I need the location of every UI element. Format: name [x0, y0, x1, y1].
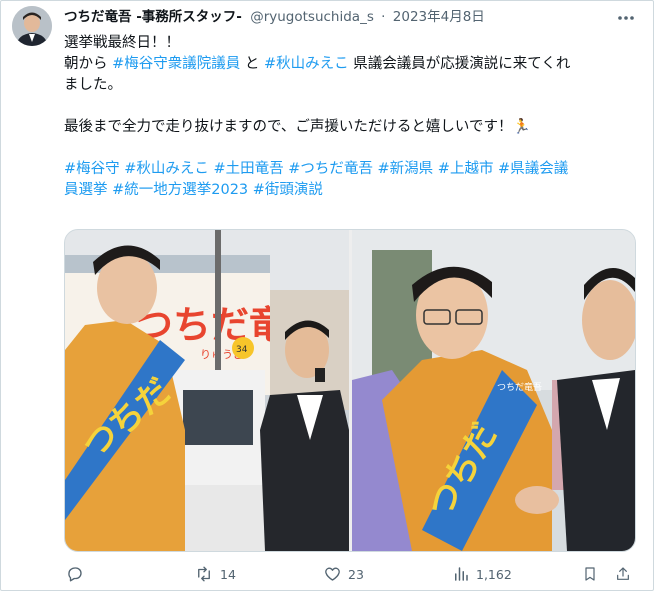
- media-grid: つちだ竜吾 りゅうご 34 つちだ つちだ つちだ竜吾: [64, 229, 636, 552]
- more-options-icon[interactable]: [616, 10, 636, 26]
- tweet-header: つちだ竜吾 -事務所スタッフ- @ryugotsuchida_s · 2023年…: [64, 7, 654, 27]
- reply-button[interactable]: [66, 560, 90, 588]
- text-line-2-prefix: 朝から: [64, 56, 113, 72]
- retweet-icon: [198, 566, 210, 582]
- like-button[interactable]: 23: [323, 560, 364, 588]
- bookmark-icon: [585, 567, 595, 581]
- reply-icon: [68, 567, 82, 582]
- retweet-button[interactable]: 14: [194, 560, 236, 588]
- action-bar: 14 23 1,162: [64, 560, 634, 588]
- bookmark-button[interactable]: [582, 560, 598, 588]
- text-line-2: 朝から #梅谷守衆議院議員 と #秋山みえこ 県議会議員が応援演説に来てくれ: [64, 54, 644, 75]
- text-line-1: 選挙戦最終日！！: [64, 35, 180, 51]
- author-avatar[interactable]: [12, 6, 52, 46]
- like-count: 23: [348, 566, 364, 582]
- author-name[interactable]: つちだ竜吾 -事務所スタッフ-: [64, 9, 242, 25]
- heart-icon: [325, 567, 340, 581]
- separator-dot: ·: [381, 9, 386, 25]
- retweet-count: 14: [220, 566, 236, 582]
- analytics-icon: [455, 567, 468, 581]
- share-icon: [617, 567, 629, 580]
- hashtags-line-2[interactable]: 員選挙 #統一地方選挙2023 #街頭演説: [64, 180, 644, 201]
- tweet-text: 選挙戦最終日！！ 朝から #梅谷守衆議院議員 と #秋山みえこ 県議会議員が応援…: [64, 33, 644, 201]
- photo-right[interactable]: つちだ つちだ竜吾: [352, 230, 635, 551]
- author-handle[interactable]: @ryugotsuchida_s: [250, 9, 374, 25]
- view-count: 1,162: [476, 566, 512, 582]
- hashtags-line-1[interactable]: #梅谷守 #秋山みえこ #土田竜吾 #つちだ竜吾 #新潟県 #上越市 #県議会議: [64, 159, 644, 180]
- text-line-3: ました。: [64, 77, 122, 93]
- hashtag-link-umetani[interactable]: #梅谷守衆議院議員: [112, 56, 240, 72]
- text-line-2-mid: と: [240, 56, 264, 72]
- svg-text:34: 34: [236, 345, 248, 355]
- share-button[interactable]: [615, 560, 631, 588]
- text-line-2-suffix: 県議会議員が応援演説に来てくれ: [348, 56, 571, 72]
- text-line-5: 最後まで全力で走り抜けますので、ご声援いただけると嬉しいです！🏃: [64, 119, 531, 135]
- views-button[interactable]: 1,162: [452, 560, 512, 588]
- tweet-date[interactable]: 2023年4月8日: [393, 9, 485, 25]
- hashtag-link-akiyama[interactable]: #秋山みえこ: [264, 56, 349, 72]
- photo-left[interactable]: つちだ竜吾 りゅうご 34 つちだ: [65, 230, 349, 551]
- right-sash-label: つちだ竜吾: [497, 381, 542, 393]
